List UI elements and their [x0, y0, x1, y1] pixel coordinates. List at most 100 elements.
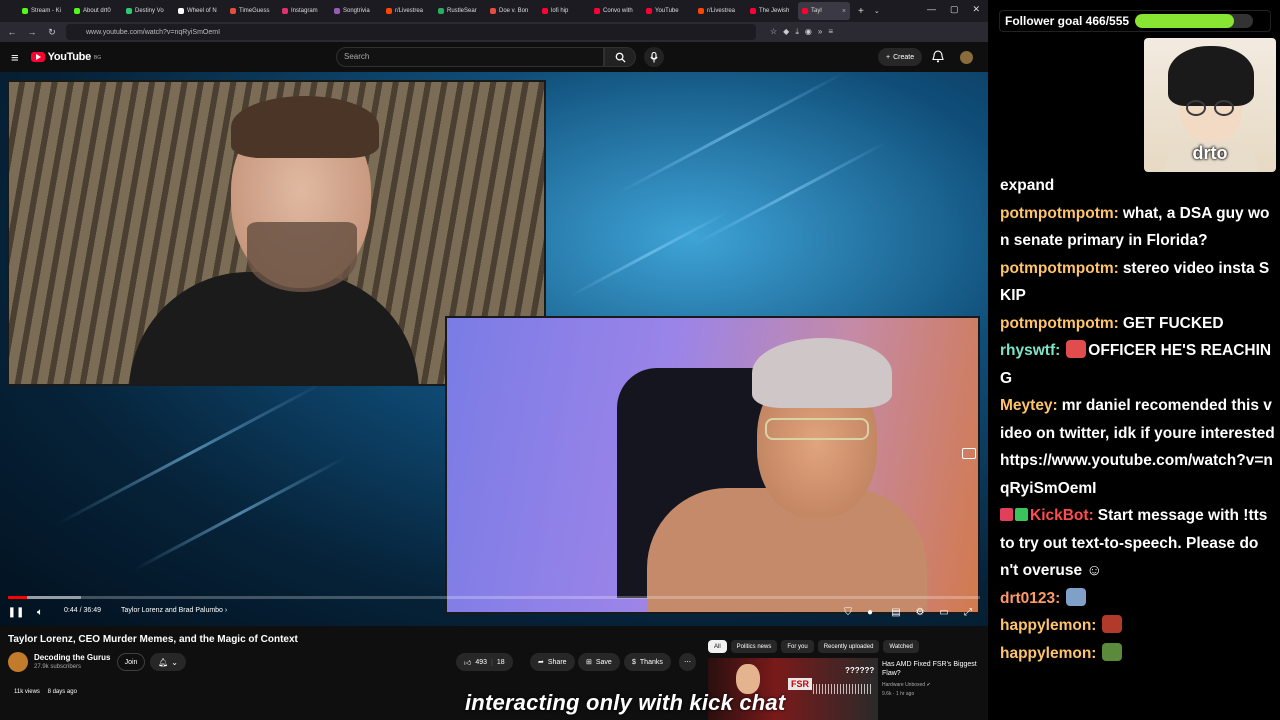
browser-tab[interactable]: r/Livestrea: [382, 2, 434, 20]
tab-favicon-icon: [126, 8, 132, 14]
download-icon[interactable]: ⤓: [795, 27, 799, 37]
search-button[interactable]: [604, 47, 636, 67]
tab-favicon-icon: [646, 8, 652, 14]
tab-label: Tayl: [811, 8, 822, 14]
filter-chip[interactable]: For you: [781, 640, 814, 653]
like-dislike-button[interactable]: 👍︎ 493 | 18: [456, 653, 513, 671]
picture-in-picture-icon[interactable]: [962, 448, 976, 459]
tab-favicon-icon: [386, 8, 392, 14]
close-tab-icon[interactable]: ×: [842, 8, 846, 15]
address-bar[interactable]: www.youtube.com/watch?v=nqRyiSmOemI: [66, 24, 756, 40]
toolbar-icons: ☆ ◆ ⤓ ◉ » ≡: [770, 27, 833, 37]
filter-chip[interactable]: Politics news: [730, 640, 778, 653]
share-button[interactable]: ➦ Share: [530, 653, 575, 671]
search-input[interactable]: Search: [336, 47, 604, 67]
chat-username[interactable]: Meytey:: [1000, 397, 1058, 414]
subtitles-icon[interactable]: ▤: [890, 606, 902, 618]
filter-chip[interactable]: All: [708, 640, 727, 653]
chat-text: GET FUCKED: [1122, 314, 1224, 332]
user-avatar[interactable]: [960, 51, 973, 64]
theater-mode-icon[interactable]: ▭: [938, 606, 950, 618]
video-player[interactable]: ❚❚ 🔈︎ 0:44 / 36:49 Taylor Lorenz and Bra…: [0, 72, 988, 626]
bell-icon: 🔔︎: [158, 657, 169, 667]
browser-tab[interactable]: Songtrivia: [330, 2, 382, 20]
channel-avatar[interactable]: [8, 652, 28, 672]
reload-icon[interactable]: ↻: [46, 27, 58, 38]
thanks-button[interactable]: $ Thanks: [624, 653, 671, 671]
volume-icon[interactable]: 🔈︎: [34, 606, 46, 618]
maximize-icon[interactable]: ▢: [950, 4, 959, 15]
browser-tab[interactable]: TimeGuess: [226, 2, 278, 20]
tab-label: Instagram: [291, 8, 318, 14]
background-streak: [692, 140, 888, 247]
extension-icon[interactable]: ◆: [783, 27, 789, 37]
kick-chat: expand potmpotmpotm: what, a DSA guy won s…: [1000, 172, 1276, 720]
thumbs-up-icon: 👍︎: [464, 659, 472, 667]
browser-tab[interactable]: About drt0: [70, 2, 122, 20]
chat-message: happylemon:: [1000, 612, 1276, 640]
tab-favicon-icon: [74, 8, 80, 14]
join-button[interactable]: Join: [117, 653, 145, 671]
tab-label: TimeGuess: [239, 8, 270, 14]
pause-icon[interactable]: ❚❚: [8, 606, 25, 618]
chapter-title[interactable]: Taylor Lorenz and Brad Palumbo ›: [121, 607, 227, 614]
recommended-channel[interactable]: Hardware Unboxed ✔: [882, 682, 931, 688]
close-window-icon[interactable]: ✕: [972, 4, 980, 15]
subscribed-button[interactable]: 🔔︎ ⌄: [150, 653, 186, 671]
forward-icon[interactable]: →: [26, 27, 38, 37]
shield-icon[interactable]: ⛉: [842, 606, 854, 618]
chat-message: rhyswtf: OFFICER HE'S REACHING: [1000, 337, 1276, 392]
browser-tab[interactable]: lofi hip: [538, 2, 590, 20]
browser-tab[interactable]: Instagram: [278, 2, 330, 20]
follower-goal-fill: [1135, 14, 1235, 28]
youtube-logo[interactable]: YouTube BG: [30, 51, 101, 63]
tab-label: r/Livestrea: [707, 8, 736, 14]
browser-tab[interactable]: Tayl ×: [798, 2, 850, 20]
channel-name[interactable]: Decoding the Gurus: [34, 653, 110, 662]
notifications-bell-icon[interactable]: [932, 50, 944, 63]
browser-tab[interactable]: Convo with: [590, 2, 642, 20]
filter-chip[interactable]: Recently uploaded: [817, 640, 880, 653]
filter-chip[interactable]: Watched: [883, 640, 919, 653]
tab-list-icon[interactable]: ⌄: [874, 7, 880, 15]
browser-tab[interactable]: RustleSear: [434, 2, 486, 20]
new-tab-icon[interactable]: +: [858, 6, 864, 17]
minimize-icon[interactable]: —: [927, 4, 936, 15]
upload-age: 8 days ago: [47, 689, 77, 695]
account-icon[interactable]: ◉: [805, 27, 812, 37]
browser-tab[interactable]: Wheel of N: [174, 2, 226, 20]
menu-icon[interactable]: ≡: [828, 27, 833, 37]
recommended-video-title[interactable]: Has AMD Fixed FSR's Biggest Flaw?: [882, 660, 982, 678]
chat-username[interactable]: happylemon:: [1000, 617, 1096, 634]
browser-tab[interactable]: YouTube: [642, 2, 694, 20]
settings-gear-icon[interactable]: ⚙: [914, 606, 926, 618]
browser-tab[interactable]: r/Livestrea: [694, 2, 746, 20]
background-streak: [133, 455, 347, 572]
chat-username[interactable]: potmpotmpotm:: [1000, 205, 1119, 222]
progress-bar[interactable]: [8, 596, 980, 599]
voice-search-button[interactable]: [644, 47, 664, 67]
chat-username[interactable]: happylemon:: [1000, 645, 1096, 662]
browser-tab[interactable]: Destiny Vo: [122, 2, 174, 20]
create-button[interactable]: + Create: [878, 48, 923, 66]
chat-message: drt0123:: [1000, 585, 1276, 613]
chat-username[interactable]: potmpotmpotm:: [1000, 315, 1119, 332]
chat-username[interactable]: drt0123:: [1000, 590, 1060, 607]
more-actions-button[interactable]: ⋯: [679, 653, 696, 671]
tab-label: Songtrivia: [343, 8, 370, 14]
chat-username[interactable]: KickBot:: [1030, 507, 1094, 524]
tab-label: Wheel of N: [187, 8, 217, 14]
hamburger-menu-icon[interactable]: ≡: [11, 50, 19, 65]
browser-tab[interactable]: Stream - Ki: [18, 2, 70, 20]
back-icon[interactable]: ←: [6, 27, 18, 37]
bookmark-icon[interactable]: ☆: [770, 27, 777, 37]
overflow-icon[interactable]: »: [818, 27, 822, 37]
browser-tab[interactable]: The Jewish: [746, 2, 798, 20]
person-glasses: [765, 418, 869, 440]
chat-username[interactable]: rhyswtf:: [1000, 342, 1060, 359]
chat-username[interactable]: potmpotmpotm:: [1000, 260, 1119, 277]
browser-tab[interactable]: Doe v. Bon: [486, 2, 538, 20]
fullscreen-icon[interactable]: ⤢: [962, 606, 974, 618]
autoplay-toggle-icon[interactable]: ●: [864, 606, 876, 618]
save-button[interactable]: ⊞ Save: [578, 653, 620, 671]
